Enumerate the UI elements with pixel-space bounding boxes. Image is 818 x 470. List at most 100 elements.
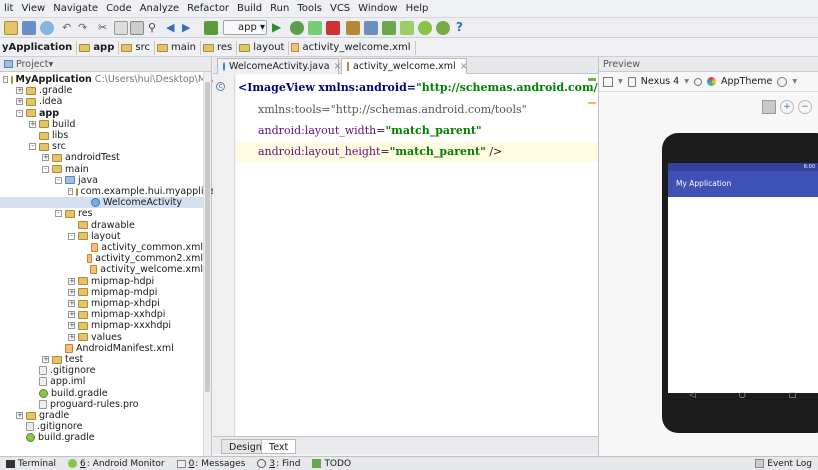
tab-text[interactable]: Text [261, 439, 297, 454]
messages-button[interactable]: 0: Messages [171, 459, 252, 469]
android-device-monitor-icon[interactable] [436, 21, 450, 35]
tree-node[interactable]: - res [0, 208, 203, 219]
make-icon[interactable] [204, 21, 218, 35]
device-dropdown[interactable]: Nexus 4 [641, 76, 679, 87]
tree-node[interactable]: app.iml [0, 376, 203, 387]
collapse-icon[interactable]: - [3, 76, 8, 83]
save-icon[interactable] [22, 21, 36, 35]
close-icon[interactable]: × [460, 61, 468, 72]
tree-node[interactable]: + mipmap-mdpi [0, 287, 203, 298]
find-icon[interactable]: ⚲ [148, 21, 162, 35]
collapse-icon[interactable]: - [68, 232, 75, 240]
gutter-class-icon[interactable]: c [216, 82, 225, 91]
tree-node[interactable]: + androidTest [0, 152, 203, 163]
expand-icon[interactable]: + [68, 300, 75, 307]
tree-scrollbar-thumb[interactable] [205, 82, 210, 392]
tree-node[interactable]: build.gradle [0, 388, 203, 399]
tree-node[interactable]: AndroidManifest.xml [0, 343, 203, 354]
copy-icon[interactable] [114, 21, 128, 35]
tree-node[interactable]: + test [0, 354, 203, 365]
tree-node[interactable]: + .idea [0, 96, 203, 107]
terminal-button[interactable]: Terminal [0, 459, 62, 469]
run-icon[interactable]: ▶ [272, 21, 286, 35]
tree-node[interactable]: build.gradle [0, 432, 203, 443]
tree-node[interactable]: .gitignore [0, 421, 203, 432]
ok-marker[interactable] [588, 78, 596, 81]
android-icon[interactable] [418, 21, 432, 35]
tree-node[interactable]: + mipmap-xxxhdpi [0, 320, 203, 331]
zoom-out-icon[interactable]: − [798, 100, 812, 114]
tree-node[interactable]: - java [0, 175, 203, 186]
breadcrumb-src[interactable]: src [119, 40, 155, 55]
tree-node[interactable]: proguard-rules.pro [0, 399, 203, 410]
tree-node[interactable]: drawable [0, 220, 203, 231]
tree-node[interactable]: activity_common2.xml [0, 253, 203, 264]
menu-analyze[interactable]: Analyze [136, 3, 183, 14]
menu-run[interactable]: Run [266, 3, 293, 14]
expand-icon[interactable]: + [68, 333, 75, 341]
project-panel-header[interactable]: Project ▾ [0, 57, 211, 72]
expand-icon[interactable]: + [68, 311, 75, 319]
zoom-fit-icon[interactable] [762, 100, 776, 114]
menu-refactor[interactable]: Refactor [183, 3, 233, 14]
menu-window[interactable]: Window [354, 3, 401, 14]
redo-icon[interactable]: ↷ [78, 21, 92, 35]
menu-build[interactable]: Build [233, 3, 266, 14]
debug-icon[interactable] [290, 21, 304, 35]
menu-code[interactable]: Code [102, 3, 136, 14]
sdk-manager-icon[interactable] [364, 21, 378, 35]
tree-node[interactable]: libs [0, 130, 203, 141]
collapse-icon[interactable]: - [55, 210, 62, 218]
locale-icon[interactable] [777, 76, 788, 87]
sync-icon[interactable] [40, 21, 54, 35]
zoom-in-icon[interactable]: + [780, 100, 794, 114]
expand-icon[interactable]: + [68, 322, 75, 330]
menu-file[interactable]: lit [0, 3, 17, 14]
back-icon[interactable]: ◀ [166, 21, 180, 35]
tree-node[interactable]: - MyApplication C:\Users\hui\Desktop\MyApp [0, 74, 230, 85]
tree-node[interactable]: - app [0, 108, 203, 119]
project-structure-icon[interactable] [346, 21, 360, 35]
menu-tools[interactable]: Tools [293, 3, 326, 14]
menu-view[interactable]: View [17, 3, 49, 14]
expand-icon[interactable]: + [29, 120, 36, 128]
collapse-icon[interactable]: - [16, 109, 23, 117]
tree-node[interactable]: + mipmap-hdpi [0, 276, 203, 287]
collapse-icon[interactable]: - [42, 165, 49, 173]
cut-icon[interactable]: ✂ [98, 21, 112, 35]
breadcrumb-res[interactable]: res [201, 40, 238, 55]
todo-button[interactable]: TODO [306, 459, 357, 469]
code-editor[interactable]: <ImageView xmlns:android="http://schemas… [236, 74, 598, 436]
theme-dropdown[interactable]: AppTheme [721, 76, 772, 87]
tree-node[interactable]: - com.example.hui.myapplication [0, 186, 233, 197]
tree-node[interactable]: + .gradle [0, 85, 203, 96]
tree-node[interactable]: + mipmap-xhdpi [0, 298, 203, 309]
gradle-sync-icon[interactable] [400, 21, 414, 35]
help-icon[interactable]: ? [456, 21, 470, 35]
tree-node[interactable]: + mipmap-xxhdpi [0, 309, 203, 320]
undo-icon[interactable]: ↶ [62, 21, 76, 35]
tree-node[interactable]: .gitignore [0, 365, 203, 376]
run-config-dropdown[interactable]: app ▾ [223, 20, 267, 35]
tab-welcomeactivity[interactable]: WelcomeActivity.java × [217, 58, 342, 74]
forward-icon[interactable]: ▶ [182, 21, 196, 35]
breadcrumb-file[interactable]: activity_welcome.xml [289, 40, 416, 55]
breadcrumb-app[interactable]: app [77, 40, 120, 55]
expand-icon[interactable]: + [68, 277, 75, 285]
tree-node[interactable]: - main [0, 164, 203, 175]
warning-marker[interactable] [588, 102, 596, 104]
tree-node[interactable]: - layout [0, 231, 203, 242]
expand-icon[interactable]: + [16, 87, 23, 95]
tree-node[interactable]: + build [0, 119, 203, 130]
collapse-icon[interactable]: - [29, 143, 36, 151]
device-icon[interactable] [627, 76, 636, 87]
attach-icon[interactable] [308, 21, 322, 35]
breadcrumb-main[interactable]: main [155, 40, 201, 55]
stop-icon[interactable] [326, 21, 340, 35]
find-button[interactable]: 3: Find [251, 459, 306, 469]
open-icon[interactable] [4, 21, 18, 35]
paste-icon[interactable] [130, 21, 144, 35]
collapse-icon[interactable]: - [68, 188, 73, 195]
tree-scrollbar[interactable] [203, 72, 211, 457]
breadcrumb-project[interactable]: yApplication [0, 40, 78, 55]
